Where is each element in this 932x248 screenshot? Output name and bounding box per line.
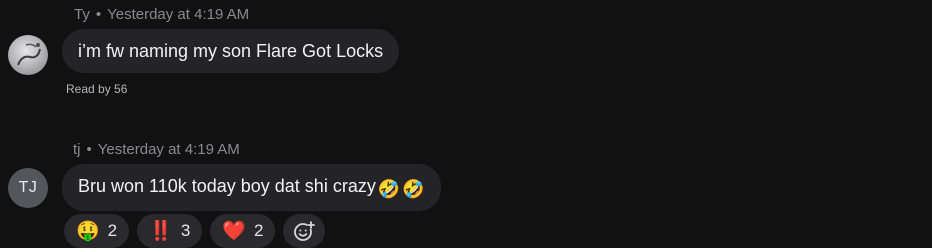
avatar-initials: TJ — [18, 179, 38, 196]
meta-separator: • — [95, 6, 102, 23]
rolling-on-floor-laughing-icon: 🤣 — [377, 179, 401, 199]
timestamp: Yesterday at 4:19 AM — [97, 141, 240, 158]
author-name[interactable]: tj — [73, 141, 81, 158]
reaction-count: 3 — [180, 221, 191, 240]
avatar-photo-icon — [17, 43, 41, 66]
message-text: i’m fw naming my son Flare Got Locks — [78, 41, 384, 61]
reaction-money-mouth[interactable]: 🤑 2 — [64, 214, 130, 248]
reaction-count: 2 — [253, 221, 264, 240]
message-bubble[interactable]: i’m fw naming my son Flare Got Locks — [62, 29, 400, 73]
message-bubble[interactable]: Bru won 110k today boy dat shi crazy 🤣 🤣 — [62, 164, 441, 211]
reaction-count: 2 — [107, 221, 118, 240]
double-exclamation-icon: ‼️ — [149, 220, 173, 242]
message-text: Bru won 110k today boy dat shi crazy — [78, 176, 376, 196]
reaction-double-exclamation[interactable]: ‼️ 3 — [137, 214, 203, 248]
money-mouth-face-icon: 🤑 — [76, 220, 100, 242]
meta-separator: • — [86, 141, 92, 158]
avatar[interactable] — [8, 35, 48, 75]
heart-icon: ❤️ — [222, 220, 246, 242]
read-receipt: Read by 56 — [66, 82, 128, 96]
timestamp: Yesterday at 4:19 AM — [107, 6, 250, 23]
message-meta: Ty • Yesterday at 4:19 AM — [74, 6, 249, 23]
avatar[interactable]: TJ — [8, 168, 48, 208]
message-meta: tj • Yesterday at 4:19 AM — [73, 141, 240, 158]
reactions-bar: 🤑 2 ‼️ 3 ❤️ 2 — [64, 214, 326, 248]
author-name[interactable]: Ty — [74, 6, 90, 23]
rolling-on-floor-laughing-icon: 🤣 — [402, 179, 425, 199]
add-reaction-icon — [294, 221, 316, 241]
reaction-heart[interactable]: ❤️ 2 — [210, 214, 276, 248]
add-reaction-button[interactable] — [283, 214, 326, 248]
